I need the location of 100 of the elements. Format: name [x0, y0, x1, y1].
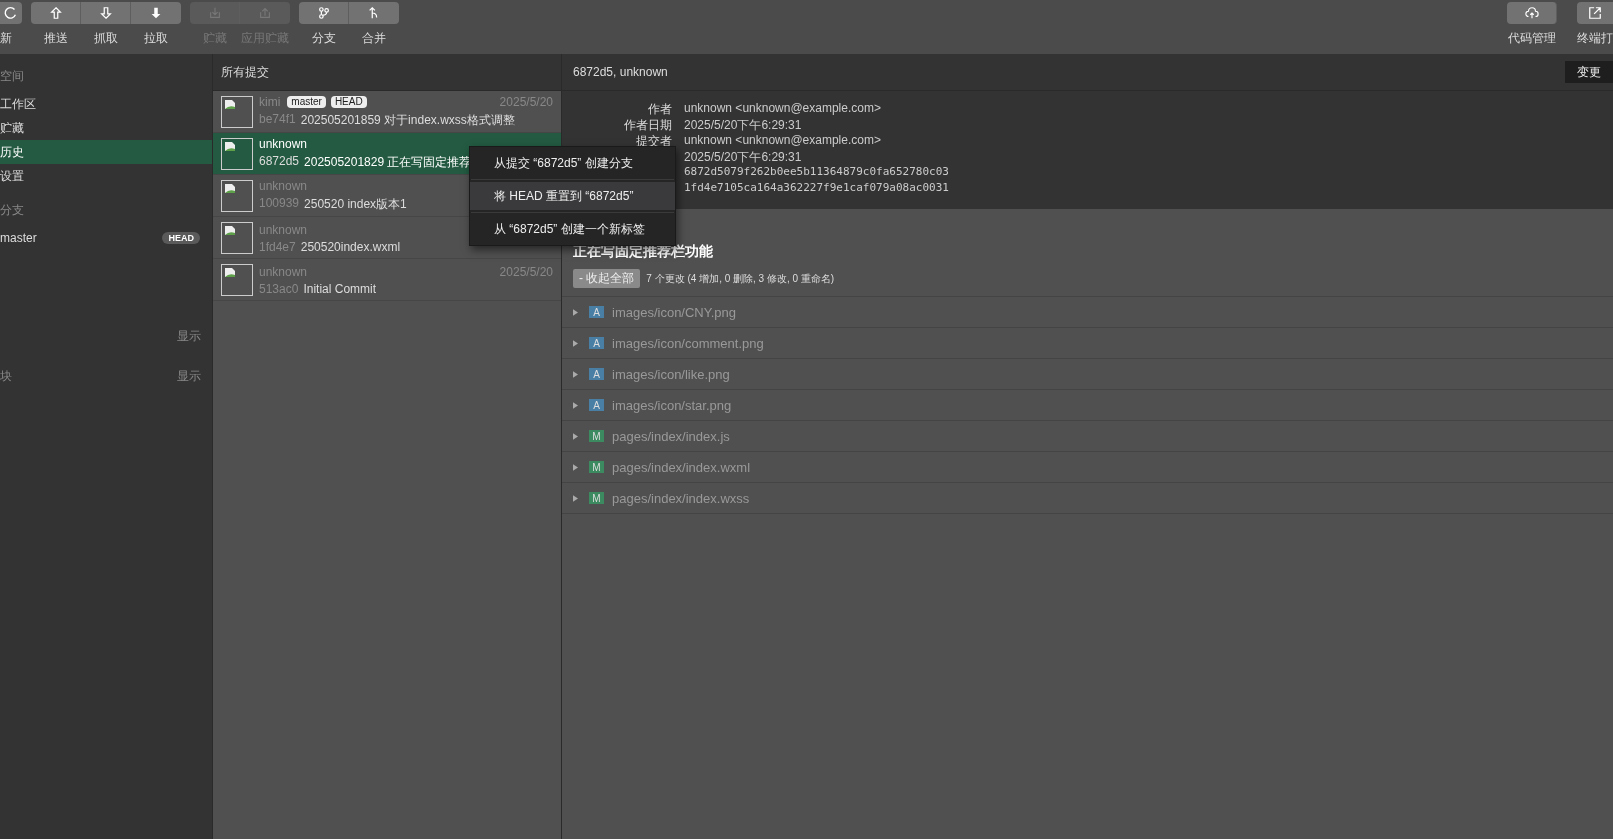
- commit-message: 250520 index版本1: [304, 196, 407, 213]
- ref-badge: master: [287, 96, 326, 108]
- sidebar-item[interactable]: master HEAD: [0, 226, 212, 250]
- commit-author: unknown: [259, 264, 308, 279]
- file-row[interactable]: M pages/index/index.js: [562, 421, 1613, 452]
- info-value: 2025/5/20下午6:29:31: [684, 117, 802, 133]
- sidebar-item-label: 工作区: [0, 95, 36, 113]
- expand-triangle-icon: [573, 463, 578, 471]
- show-link[interactable]: 显示: [177, 368, 201, 382]
- external-icon: [1588, 6, 1602, 20]
- file-path: images/icon/like.png: [612, 366, 730, 382]
- toolbar-label: 分支: [312, 30, 336, 47]
- toolbar-label: 合并: [362, 30, 386, 47]
- refresh-icon: [4, 6, 18, 20]
- toolbar-label: 拉取: [144, 30, 168, 47]
- commit-hash: be74f1: [259, 112, 296, 128]
- file-path: images/icon/comment.png: [612, 335, 764, 351]
- commit-message: 250520index.wxml: [300, 239, 401, 254]
- commit-message: Initial Commit: [303, 281, 377, 296]
- stash-icon: [207, 6, 222, 20]
- commit-hash: 1fd4e7: [259, 239, 296, 254]
- fetch-icon: [98, 6, 113, 20]
- file-row[interactable]: A images/icon/star.png: [562, 390, 1613, 421]
- info-value: 2025/5/20下午6:29:31: [684, 149, 802, 165]
- broken-image-icon: [221, 263, 253, 296]
- toolbar-button[interactable]: [81, 2, 131, 24]
- push-icon: [48, 6, 63, 20]
- broken-image-icon: [221, 221, 253, 254]
- toolbar-label: 终端打: [1577, 30, 1613, 47]
- file-row[interactable]: M pages/index/index.wxss: [562, 483, 1613, 514]
- toolbar-button[interactable]: [131, 2, 181, 24]
- commit-author: unknown: [259, 179, 308, 193]
- commit-hash: 100939: [259, 196, 300, 212]
- sidebar-item-label: master: [0, 231, 37, 245]
- commit-date: 2025/5/20: [499, 264, 553, 279]
- toolbar-label: 代码管理: [1508, 30, 1556, 47]
- broken-image-icon: [221, 137, 253, 170]
- info-label: 作者: [647, 101, 672, 117]
- sidebar-item[interactable]: 历史: [0, 140, 212, 164]
- file-path: images/icon/CNY.png: [612, 304, 737, 320]
- pull-icon: [149, 6, 163, 20]
- file-status-badge: A: [589, 306, 604, 318]
- commit-author: unknown: [259, 137, 308, 151]
- info-label: 作者日期: [623, 117, 672, 133]
- toolbar-label: 新: [0, 30, 12, 47]
- change-summary: 7 个更改 (4 增加, 0 删除, 3 修改, 0 重命名): [646, 271, 835, 286]
- file-row[interactable]: A images/icon/comment.png: [562, 328, 1613, 359]
- file-path: pages/index/index.js: [612, 428, 730, 444]
- info-value: 1fd4e7105ca164a362227f9e1caf079a08ac0031: [684, 181, 949, 196]
- file-path: pages/index/index.wxml: [612, 459, 751, 475]
- toolbar-button[interactable]: [349, 2, 399, 24]
- expand-triangle-icon: [573, 308, 578, 316]
- sidebar-section-title: 空间: [0, 68, 25, 85]
- sidebar-section-title: 块: [0, 368, 12, 382]
- panel-title: 6872d5, unknown: [573, 65, 668, 79]
- show-link[interactable]: 显示: [177, 328, 201, 342]
- expand-triangle-icon: [573, 339, 578, 347]
- file-status-badge: A: [589, 337, 604, 349]
- toolbar-label: 推送: [44, 30, 68, 47]
- expand-triangle-icon: [573, 432, 578, 440]
- file-row[interactable]: A images/icon/like.png: [562, 359, 1613, 390]
- broken-image-icon: [221, 95, 253, 128]
- sidebar-section-title: 分支: [0, 202, 25, 219]
- expand-triangle-icon: [573, 401, 578, 409]
- toolbar-button[interactable]: [1577, 2, 1613, 24]
- toolbar-button[interactable]: [1507, 2, 1557, 24]
- commit-hash: 6872d5: [259, 154, 300, 170]
- file-row[interactable]: A images/icon/CNY.png: [562, 297, 1613, 328]
- sidebar-item-label: 历史: [0, 143, 24, 161]
- file-status-badge: M: [589, 430, 604, 442]
- toolbar-button[interactable]: [299, 2, 349, 24]
- file-status-badge: A: [589, 368, 604, 380]
- sidebar-item[interactable]: 贮藏: [0, 116, 212, 140]
- broken-image-icon: [221, 179, 253, 212]
- file-status-badge: M: [589, 492, 604, 504]
- commit-row[interactable]: unknown 2025/5/20 513ac0 Initial Commit: [213, 259, 561, 301]
- commit-author: unknown: [259, 222, 308, 237]
- menu-item[interactable]: 将 HEAD 重置到 “6872d5”: [470, 182, 675, 210]
- ref-badge: HEAD: [330, 96, 367, 108]
- toolbar-button[interactable]: [31, 2, 81, 24]
- toolbar-button[interactable]: [0, 2, 22, 24]
- branch-icon: [316, 6, 331, 20]
- file-status-badge: A: [589, 399, 604, 411]
- expand-triangle-icon: [573, 370, 578, 378]
- file-path: images/icon/star.png: [612, 397, 732, 413]
- sidebar-item[interactable]: 工作区: [0, 92, 212, 116]
- commit-message: 202505201859 对于index.wxss格式调整: [300, 112, 515, 129]
- changes-button[interactable]: 变更: [1565, 61, 1613, 83]
- toolbar-label: 抓取: [94, 30, 118, 47]
- file-path: pages/index/index.wxss: [612, 490, 750, 506]
- commit-message: 202505201829 正在写固定推荐: [304, 154, 472, 171]
- head-badge: HEAD: [162, 232, 200, 244]
- info-value: unknown <unknown@example.com>: [684, 133, 881, 149]
- info-value: unknown <unknown@example.com>: [684, 101, 881, 117]
- info-value: 6872d5079f262b0ee5b11364879c0fa652780c03: [684, 165, 949, 180]
- sidebar-item-label: 设置: [0, 167, 24, 185]
- expand-triangle-icon: [573, 494, 578, 502]
- sidebar-item[interactable]: 设置: [0, 164, 212, 188]
- cloud-icon: [1524, 6, 1539, 20]
- file-row[interactable]: M pages/index/index.wxml: [562, 452, 1613, 483]
